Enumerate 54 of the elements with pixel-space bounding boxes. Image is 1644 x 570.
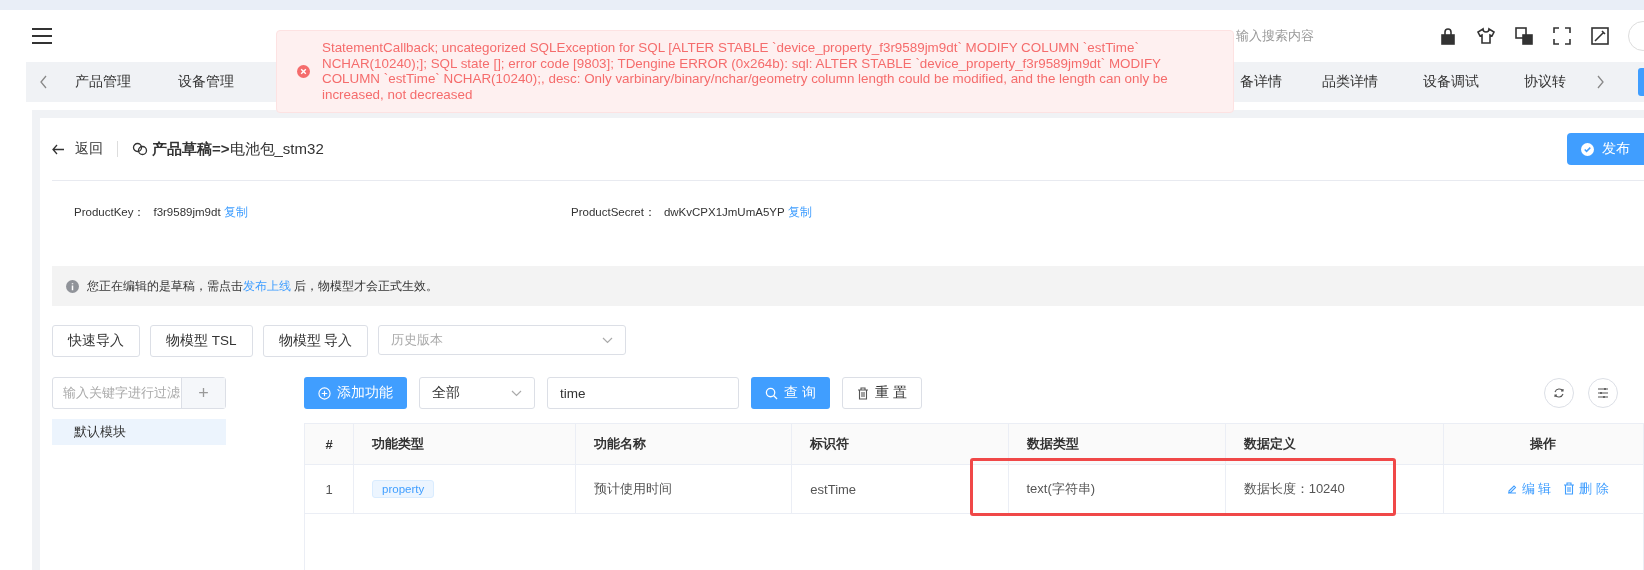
fullscreen-icon[interactable] xyxy=(1552,26,1572,46)
key-value: dwKvCPX1JmUmA5YP xyxy=(663,205,785,218)
scroll-handle[interactable] xyxy=(1638,68,1644,96)
column-header: 功能类型 xyxy=(353,423,576,465)
edit-icon xyxy=(1505,483,1518,496)
keyword-field[interactable]: time xyxy=(547,377,739,409)
column-header: 功能名称 xyxy=(575,423,792,465)
info-icon xyxy=(66,279,79,293)
table-cell: text(字符串) xyxy=(1008,464,1226,514)
nav-tab[interactable]: 产品管理 xyxy=(75,62,131,102)
table-cell: 数据长度：10240 xyxy=(1225,464,1444,514)
nav-tab[interactable]: 协议转 xyxy=(1524,62,1566,102)
trash-icon xyxy=(1563,482,1576,496)
check-circle-icon xyxy=(1581,142,1594,156)
refresh-icon xyxy=(1553,387,1565,399)
trash-icon xyxy=(856,386,869,400)
column-header: # xyxy=(304,423,354,465)
shirt-icon[interactable] xyxy=(1476,26,1496,46)
table-cell: 预计使用时间 xyxy=(575,464,792,514)
error-icon xyxy=(297,64,310,78)
type-select[interactable]: 全部 xyxy=(419,377,535,409)
nav-tab[interactable]: 备详情 xyxy=(1240,62,1282,102)
column-header: 操作 xyxy=(1443,423,1644,465)
lock-icon[interactable] xyxy=(1438,26,1458,46)
back-button[interactable]: 返回 xyxy=(52,140,103,158)
column-header: 标识符 xyxy=(791,423,1008,465)
module-item[interactable]: 默认模块 xyxy=(52,419,226,445)
toolbar-button[interactable]: 快速导入 xyxy=(52,325,140,357)
table-cell: estTime xyxy=(791,464,1008,514)
chevron-down-icon xyxy=(602,336,614,344)
nav-tab[interactable]: 设备管理 xyxy=(178,62,234,102)
search-icon xyxy=(765,386,778,400)
refresh-button[interactable] xyxy=(1544,378,1574,408)
sliders-icon xyxy=(1597,387,1609,399)
key-value: f3r9589jm9dt xyxy=(153,205,221,218)
arrow-left-icon xyxy=(52,143,65,155)
chevron-down-icon xyxy=(511,389,522,397)
nav-tab[interactable]: 品类详情 xyxy=(1322,62,1378,102)
page-title: 产品草稿=>电池包_stm32 xyxy=(152,139,324,159)
key-label: ProductSecret： xyxy=(571,204,656,220)
column-header: 数据类型 xyxy=(1008,423,1226,465)
toolbar-button[interactable]: 物模型 TSL xyxy=(150,325,253,357)
table-cell: 1 xyxy=(304,464,354,514)
column-header: 数据定义 xyxy=(1225,423,1444,465)
plus-circle-icon xyxy=(318,386,331,400)
link-icon xyxy=(132,142,148,156)
nav-tab[interactable]: 设备调试 xyxy=(1423,62,1479,102)
reset-button[interactable]: 重 置 xyxy=(841,377,922,409)
key-label: ProductKey： xyxy=(74,204,146,220)
notice-text: 您正在编辑的是草稿，需点击发布上线 后，物模型才会正式生效。 xyxy=(87,278,439,294)
toolbar-button[interactable]: 物模型 导入 xyxy=(262,325,369,357)
menu-icon[interactable] xyxy=(32,28,52,44)
error-message: StatementCallback; uncategorized SQLException for SQL [ALTER STABLE `device_property_f3r9589jm9dt` MODIFY COLUMN `estTime` NCHAR(10240);]; SQL state []; error code [9803]; TDengine ERROR (0x264b): sql: ALTER STABLE `device_property_f3r9589jm9dt` MODIFY COLUMN `estTime` NCHAR(10240);, desc: Only varbinary/binary/nchar/geometry column length could be modified, and the length can only be increased, not decreased xyxy=(322,40,1169,102)
type-tag: property xyxy=(372,480,435,498)
